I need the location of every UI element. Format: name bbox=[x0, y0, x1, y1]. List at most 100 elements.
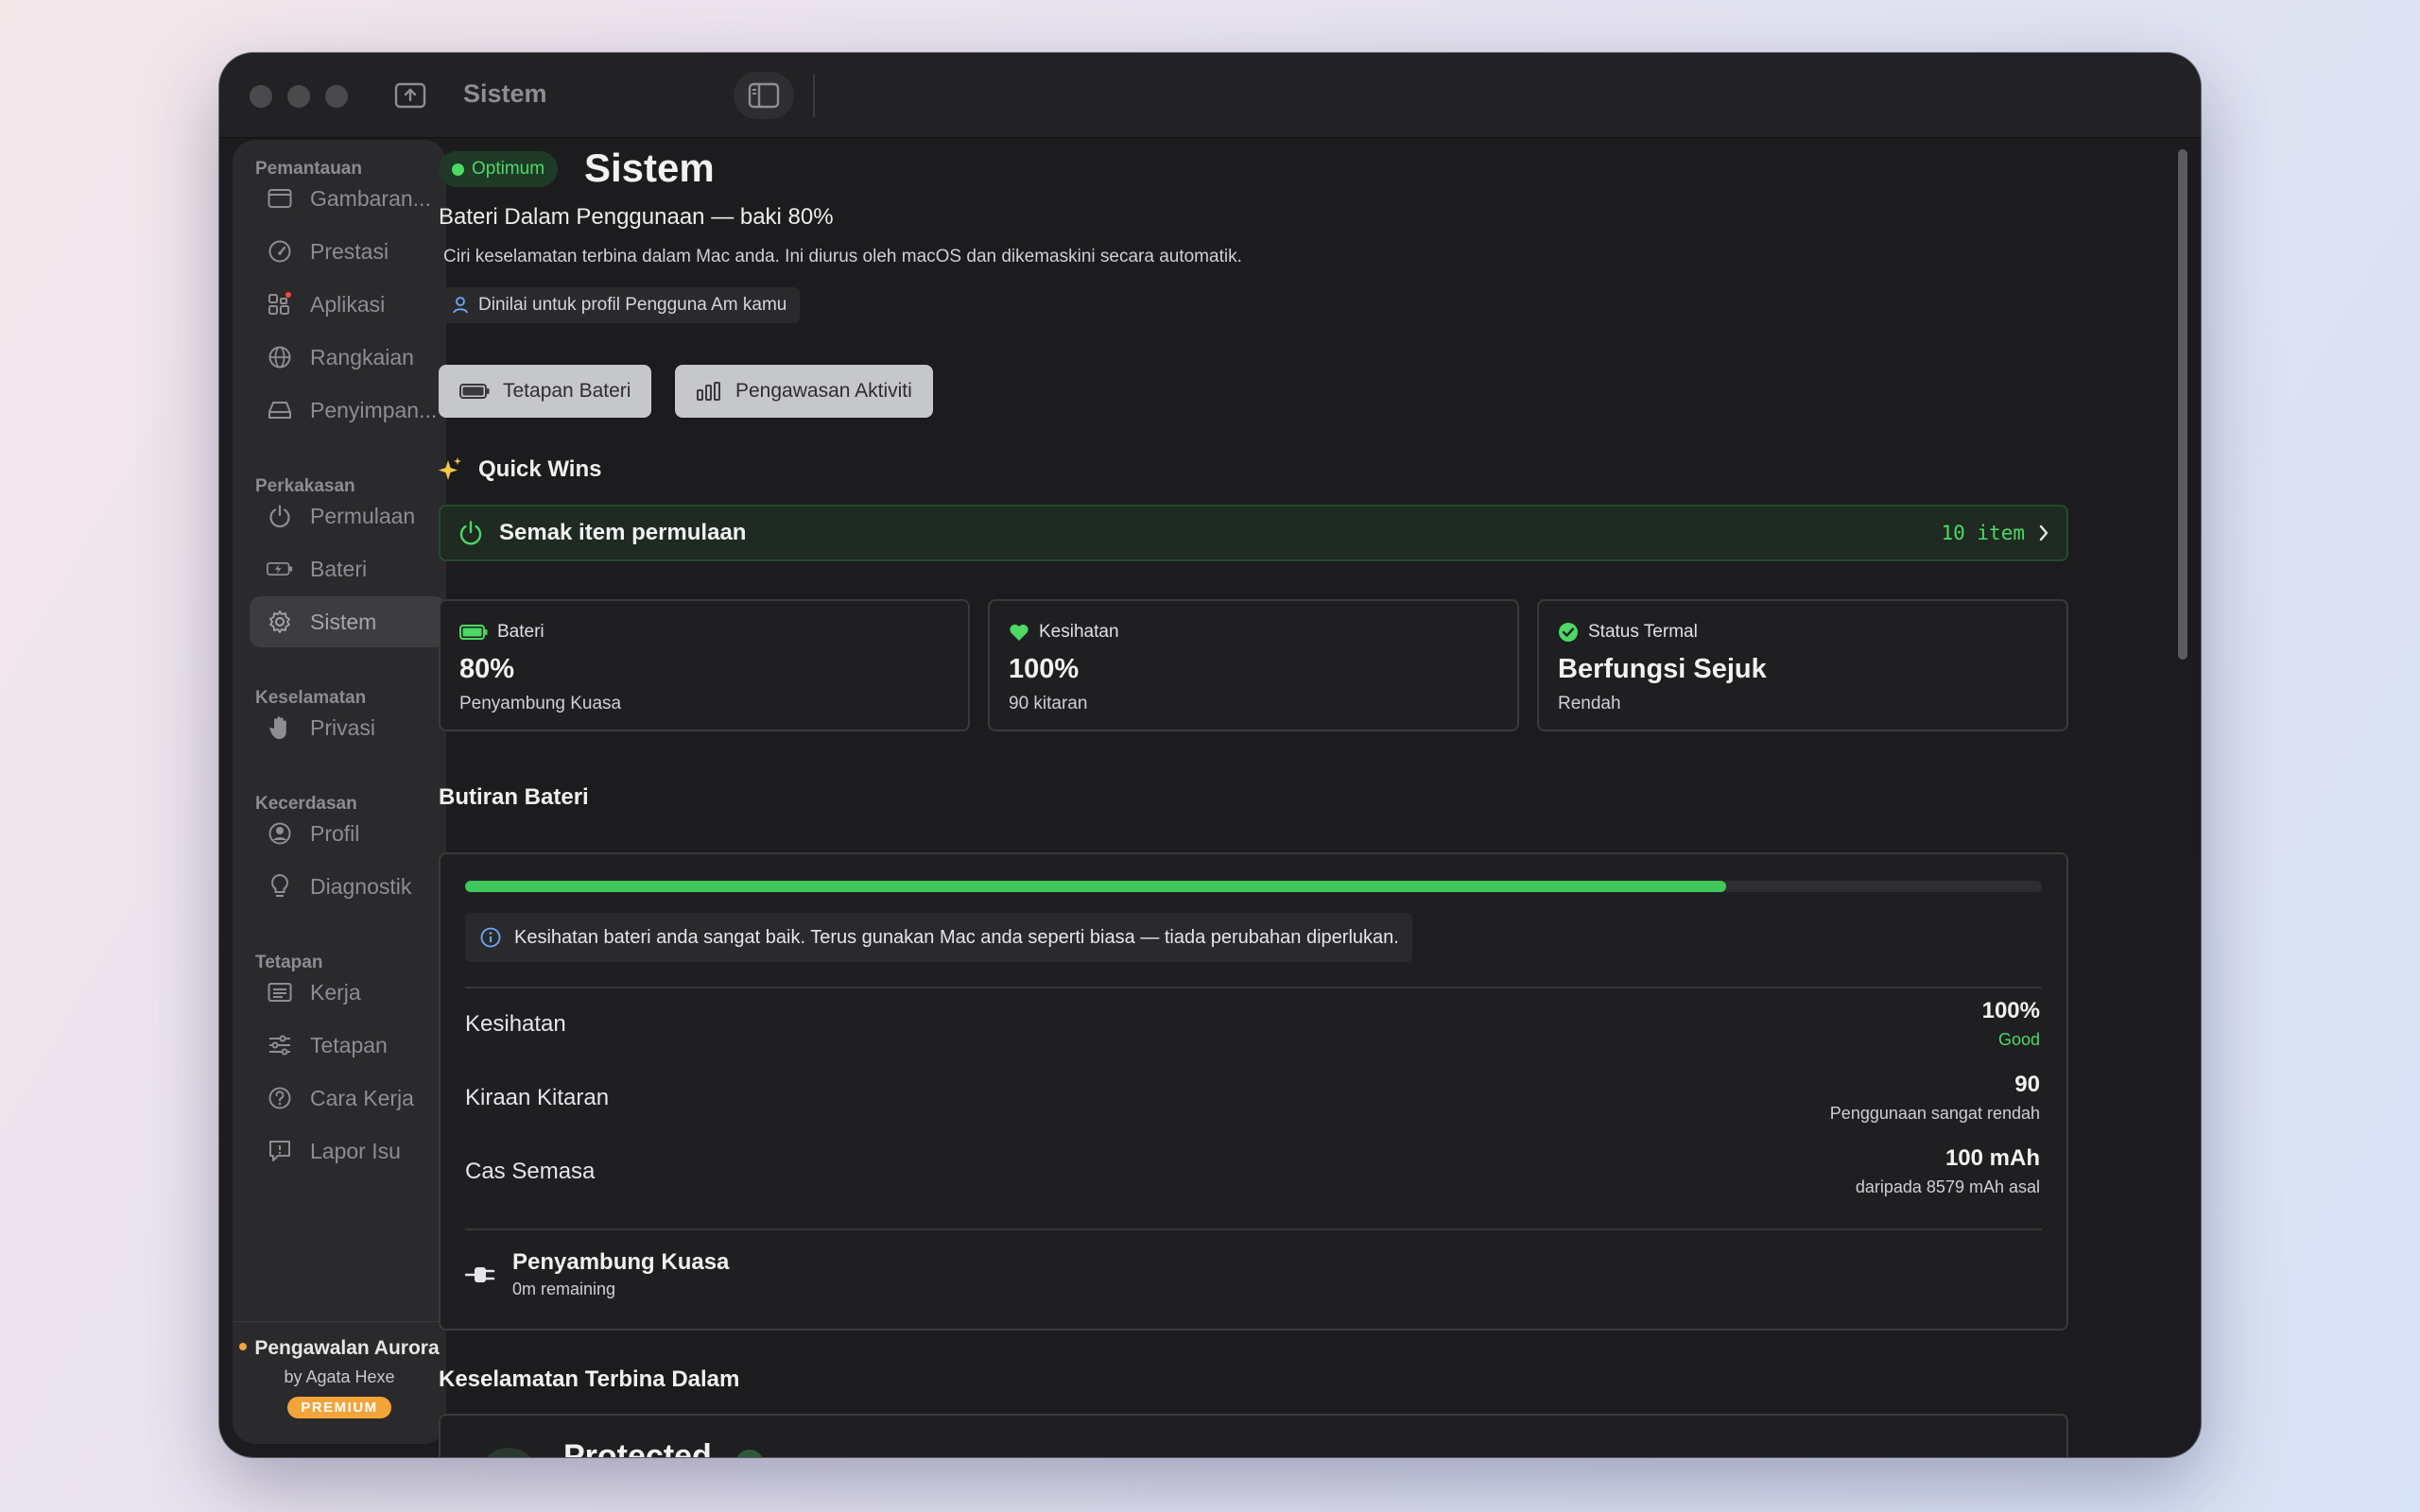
scrollbar[interactable] bbox=[2174, 146, 2191, 1450]
thermal-card-title: Status Termal bbox=[1588, 622, 1698, 642]
battery-details-panel: Kesihatan bateri anda sangat baik. Terus… bbox=[439, 852, 2068, 1331]
cycle-count-note: Penggunaan sangat rendah bbox=[1829, 1104, 2040, 1123]
sidebar-item-network[interactable]: Rangkaian bbox=[250, 332, 446, 383]
health-card: Kesihatan 100% 90 kitaran bbox=[988, 599, 1519, 731]
status-badge-label: Optimum bbox=[472, 159, 545, 179]
scrollbar-thumb[interactable] bbox=[2178, 149, 2187, 660]
lightbulb-icon bbox=[267, 873, 293, 900]
sidebar-item-label: Rangkaian bbox=[310, 344, 414, 369]
sliders-icon bbox=[267, 1032, 293, 1058]
title-bar: Sistem bbox=[219, 53, 2201, 138]
sidebar-item-label: Penyimpan... bbox=[310, 397, 438, 422]
gauge-icon bbox=[267, 238, 293, 265]
sidebar-item-overview[interactable]: Gambaran... bbox=[250, 173, 446, 224]
quick-wins-heading: Quick Wins bbox=[439, 456, 601, 483]
profile-chip-label: Dinilai untuk profil Pengguna Am kamu bbox=[478, 295, 787, 315]
question-icon bbox=[267, 1085, 293, 1111]
sidebar-item-label: Bateri bbox=[310, 556, 368, 581]
app-window: Sistem Pemantauan Gambaran... Prestasi A… bbox=[219, 53, 2201, 1457]
power-plug-icon bbox=[465, 1264, 495, 1285]
sidebar-item-label: Diagnostik bbox=[310, 873, 412, 899]
person-circle-icon bbox=[267, 820, 293, 847]
battery-charge-bar bbox=[465, 881, 2042, 892]
current-charge-note: daripada 8579 mAh asal bbox=[1855, 1177, 2040, 1196]
sidebar-item-label: Gambaran... bbox=[310, 185, 431, 211]
battery-card-subtitle: Penyambung Kuasa bbox=[459, 694, 622, 713]
chevron-right-icon bbox=[2038, 524, 2049, 542]
battery-full-icon bbox=[459, 625, 488, 640]
sidebar-item-settings[interactable]: Tetapan bbox=[250, 1020, 446, 1071]
cycle-count-row-label: Kiraan Kitaran bbox=[465, 1085, 610, 1110]
zoom-window-button[interactable] bbox=[325, 85, 348, 108]
battery-details-heading: Butiran Bateri bbox=[439, 784, 589, 810]
battery-settings-button[interactable]: Tetapan Bateri bbox=[439, 365, 652, 418]
builtin-security-heading: Keselamatan Terbina Dalam bbox=[439, 1366, 740, 1392]
power-adapter-title: Penyambung Kuasa bbox=[512, 1249, 730, 1275]
health-card-title: Kesihatan bbox=[1039, 622, 1119, 642]
premium-badge: PREMIUM bbox=[287, 1397, 391, 1418]
battery-health-info-text: Kesihatan bateri anda sangat baik. Terus… bbox=[514, 926, 1399, 948]
sidebar-item-profile[interactable]: Profil bbox=[250, 808, 446, 859]
battery-charge-fill bbox=[465, 881, 1727, 892]
health-card-header: Kesihatan bbox=[1009, 622, 1119, 643]
sidebar-item-label: Aplikasi bbox=[310, 291, 386, 317]
builtin-security-status: Protected bbox=[563, 1438, 712, 1457]
status-badge: Optimum bbox=[439, 151, 559, 187]
sidebar-item-privacy[interactable]: Privasi bbox=[250, 702, 446, 753]
window-icon bbox=[267, 185, 293, 212]
startup-items-count: 10 item bbox=[1941, 522, 2025, 544]
sparkles-icon bbox=[439, 456, 463, 483]
power-icon bbox=[267, 503, 293, 529]
checkmark-circle-icon bbox=[1558, 622, 1579, 643]
power-adapter-row: Penyambung Kuasa 0m remaining bbox=[465, 1249, 729, 1299]
heart-icon bbox=[1009, 623, 1029, 642]
sidebar-item-performance[interactable]: Prestasi bbox=[250, 226, 446, 277]
sidebar-item-battery[interactable]: Bateri bbox=[250, 543, 446, 594]
sidebar-item-jobs[interactable]: Kerja bbox=[250, 967, 446, 1018]
apps-grid-icon bbox=[267, 291, 293, 318]
sidebar-item-startup[interactable]: Permulaan bbox=[250, 490, 446, 541]
sidebar-item-label: Sistem bbox=[310, 609, 377, 634]
sidebar-item-diagnostics[interactable]: Diagnostik bbox=[250, 861, 446, 912]
cycle-count-row-value: 90 Penggunaan sangat rendah bbox=[1830, 1072, 2040, 1124]
thermal-card-subtitle: Rendah bbox=[1558, 694, 1621, 713]
sidebar-item-how-it-works[interactable]: Cara Kerja bbox=[250, 1073, 446, 1124]
person-icon bbox=[452, 296, 469, 315]
check-startup-items-row[interactable]: Semak item permulaan 10 item bbox=[439, 505, 2068, 561]
current-charge-value: 100 mAh bbox=[1945, 1145, 2040, 1171]
close-window-button[interactable] bbox=[250, 85, 272, 108]
health-value: 100% bbox=[1981, 998, 2040, 1023]
sidebar-item-label: Tetapan bbox=[310, 1032, 388, 1057]
share-icon[interactable] bbox=[386, 72, 435, 119]
window-title: Sistem bbox=[463, 79, 547, 108]
sidebar-item-storage[interactable]: Penyimpan... bbox=[250, 385, 446, 436]
sidebar-toggle-icon[interactable] bbox=[734, 72, 794, 119]
gear-icon bbox=[267, 609, 293, 635]
drive-icon bbox=[267, 397, 293, 423]
battery-settings-label: Tetapan Bateri bbox=[503, 380, 631, 402]
health-note: Good bbox=[1997, 1030, 2040, 1049]
page-title: Sistem bbox=[584, 146, 715, 190]
activity-monitor-button[interactable]: Pengawasan Aktiviti bbox=[675, 365, 933, 418]
list-icon bbox=[267, 979, 293, 1005]
sidebar-item-label: Lapor Isu bbox=[310, 1138, 401, 1163]
bar-chart-icon bbox=[696, 381, 722, 402]
page-description: Ciri keselamatan terbina dalam Mac anda.… bbox=[443, 247, 1242, 266]
sidebar-item-apps[interactable]: Aplikasi bbox=[250, 279, 446, 330]
cycle-count-value: 90 bbox=[2014, 1072, 2040, 1097]
report-icon bbox=[267, 1138, 293, 1164]
sidebar-item-system[interactable]: Sistem bbox=[250, 596, 446, 647]
sidebar-item-label: Cara Kerja bbox=[310, 1085, 414, 1110]
sidebar-item-label: Prestasi bbox=[310, 238, 389, 264]
startup-items-label: Semak item permulaan bbox=[499, 520, 747, 545]
status-dot bbox=[239, 1343, 248, 1350]
sidebar-item-report-issue[interactable]: Lapor Isu bbox=[250, 1125, 446, 1177]
thermal-card-value: Berfungsi Sejuk bbox=[1558, 654, 1767, 684]
sidebar: Pemantauan Gambaran... Prestasi Aplikasi… bbox=[233, 140, 446, 1444]
sidebar-item-label: Kerja bbox=[310, 979, 361, 1005]
minimize-window-button[interactable] bbox=[287, 85, 310, 108]
current-charge-row-label: Cas Semasa bbox=[465, 1159, 596, 1184]
profile-chip: Dinilai untuk profil Pengguna Am kamu bbox=[439, 287, 801, 323]
power-adapter-text: Penyambung Kuasa 0m remaining bbox=[512, 1249, 729, 1299]
battery-card-title: Bateri bbox=[497, 622, 544, 642]
